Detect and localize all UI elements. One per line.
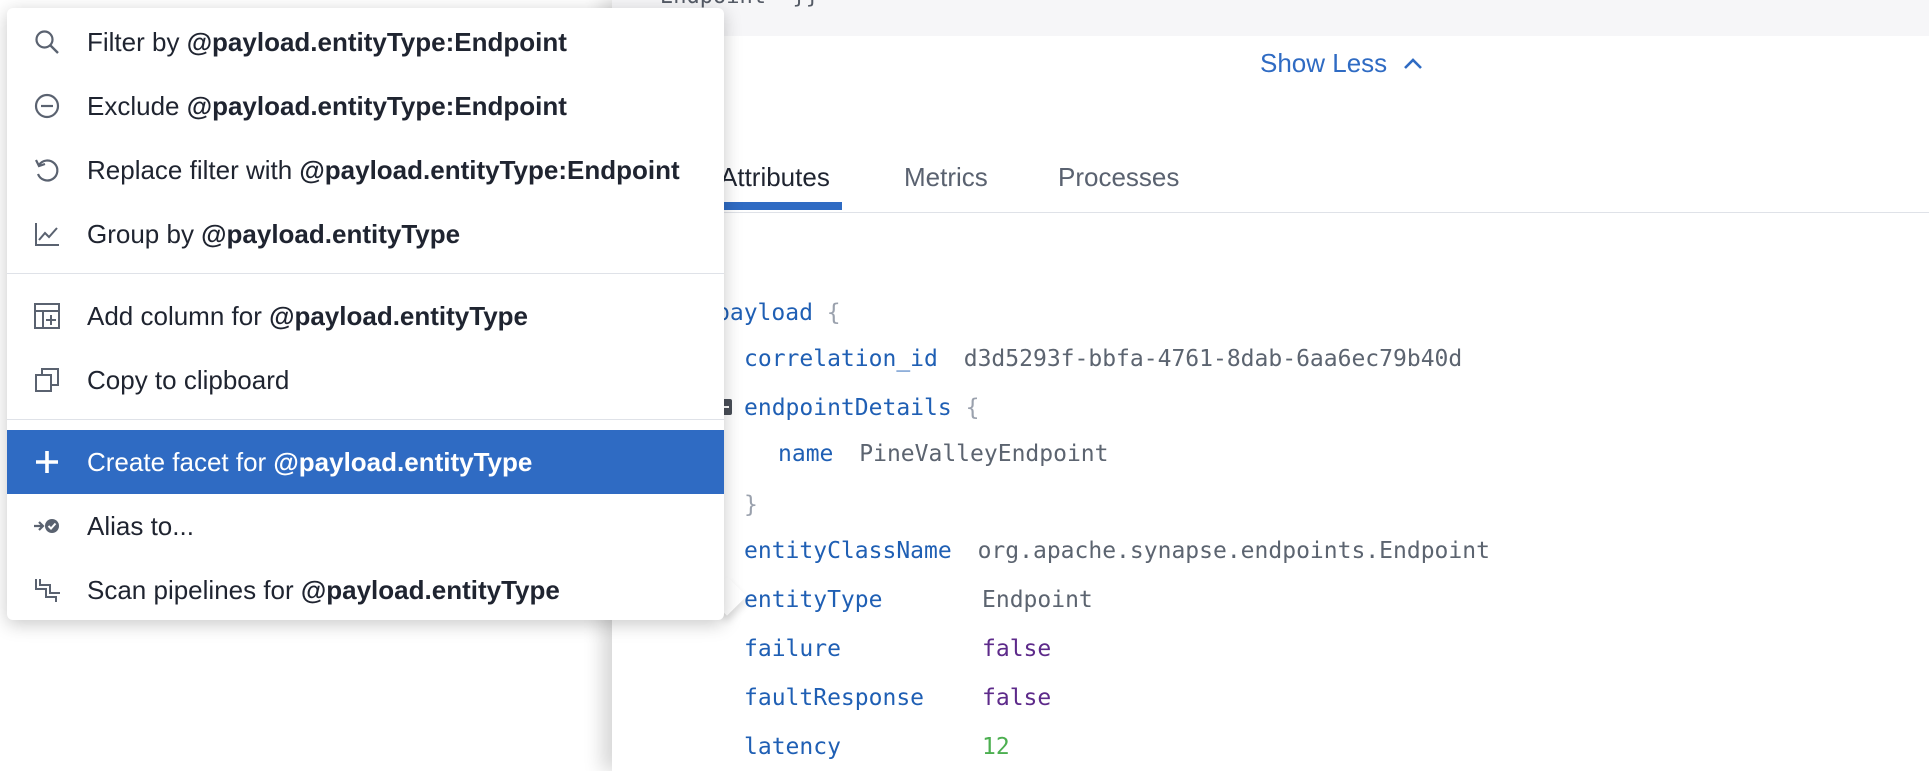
fault-response-key[interactable]: faultResponse — [744, 685, 924, 711]
show-less-button[interactable]: Show Less — [1260, 48, 1425, 79]
group-prefix: Group by — [87, 218, 202, 249]
filter-prefix: Filter by — [87, 26, 187, 57]
payload-key[interactable]: payload — [716, 300, 813, 326]
facet-term: @payload.entityType — [273, 446, 533, 477]
exclude-term: @payload.entityType:Endpoint — [186, 90, 567, 121]
failure-value[interactable]: false — [982, 636, 1051, 662]
entity-type-value[interactable]: Endpoint — [982, 587, 1093, 613]
alias-label: Alias to... — [87, 510, 194, 541]
table-column-add-icon — [31, 300, 63, 332]
menu-item-alias[interactable]: Alias to... — [7, 494, 724, 558]
tab-metrics[interactable]: Metrics — [904, 162, 988, 193]
failure-key[interactable]: failure — [744, 636, 841, 662]
filter-term: @payload.entityType:Endpoint — [186, 26, 567, 57]
plus-icon — [31, 446, 63, 478]
menu-item-exclude[interactable]: Exclude @payload.entityType:Endpoint — [7, 74, 724, 138]
correlation-id-key[interactable]: correlation_id — [744, 346, 938, 372]
exclude-prefix: Exclude — [87, 90, 187, 121]
name-value[interactable]: PineValleyEndpoint — [859, 441, 1108, 467]
tab-attributes[interactable]: Attributes — [720, 162, 830, 193]
endpoint-details-key[interactable]: endpointDetails — [744, 395, 952, 421]
search-icon — [31, 26, 63, 58]
menu-item-scan-pipelines[interactable]: Scan pipelines for @payload.entityType — [7, 558, 724, 622]
minus-circle-icon — [31, 90, 63, 122]
alias-arrow-check-icon — [31, 510, 63, 542]
pipeline-icon — [31, 574, 63, 606]
entity-type-key[interactable]: entityType — [744, 587, 882, 613]
menu-item-create-facet[interactable]: Create facet for @payload.entityType — [7, 430, 724, 494]
menu-item-add-column[interactable]: Add column for @payload.entityType — [7, 284, 724, 348]
scan-term: @payload.entityType — [300, 574, 560, 605]
menu-item-group-by[interactable]: Group by @payload.entityType — [7, 202, 724, 266]
close-brace: } — [744, 492, 758, 518]
chevron-up-icon — [1404, 57, 1423, 69]
copy-icon — [31, 364, 63, 396]
facet-prefix: Create facet for — [87, 446, 274, 477]
group-term: @payload.entityType — [201, 218, 461, 249]
replace-term: @payload.entityType:Endpoint — [299, 154, 680, 185]
tab-processes[interactable]: Processes — [1058, 162, 1179, 193]
scan-prefix: Scan pipelines for — [87, 574, 301, 605]
entity-class-name-key[interactable]: entityClassName — [744, 538, 952, 564]
addcol-prefix: Add column for — [87, 300, 270, 331]
fault-response-value[interactable]: false — [982, 685, 1051, 711]
undo-icon — [31, 154, 63, 186]
entity-class-name-value[interactable]: org.apache.synapse.endpoints.Endpoint — [978, 538, 1490, 564]
open-brace: { — [826, 300, 841, 326]
menu-item-replace-filter[interactable]: Replace filter with @payload.entityType:… — [7, 138, 724, 202]
raw-message-strip: Endpoint" }} — [612, 0, 1929, 36]
copy-label: Copy to clipboard — [87, 364, 290, 395]
menu-item-filter-by[interactable]: Filter by @payload.entityType:Endpoint — [7, 10, 724, 74]
latency-key[interactable]: latency — [744, 734, 841, 760]
menu-divider — [7, 419, 724, 420]
open-brace: { — [965, 395, 980, 421]
context-menu: Filter by @payload.entityType:Endpoint E… — [7, 8, 724, 620]
menu-item-copy-clipboard[interactable]: Copy to clipboard — [7, 348, 724, 412]
addcol-term: @payload.entityType — [269, 300, 529, 331]
menu-divider — [7, 273, 724, 274]
latency-value[interactable]: 12 — [982, 734, 1010, 760]
correlation-id-value[interactable]: d3d5293f-bbfa-4761-8dab-6aa6ec79b40d — [964, 346, 1463, 372]
show-less-label: Show Less — [1260, 48, 1388, 78]
log-detail-panel: Endpoint" }} Show Less Attributes Metric… — [612, 0, 1929, 771]
line-chart-icon — [31, 218, 63, 250]
replace-prefix: Replace filter with — [87, 154, 300, 185]
name-key[interactable]: name — [778, 441, 833, 467]
